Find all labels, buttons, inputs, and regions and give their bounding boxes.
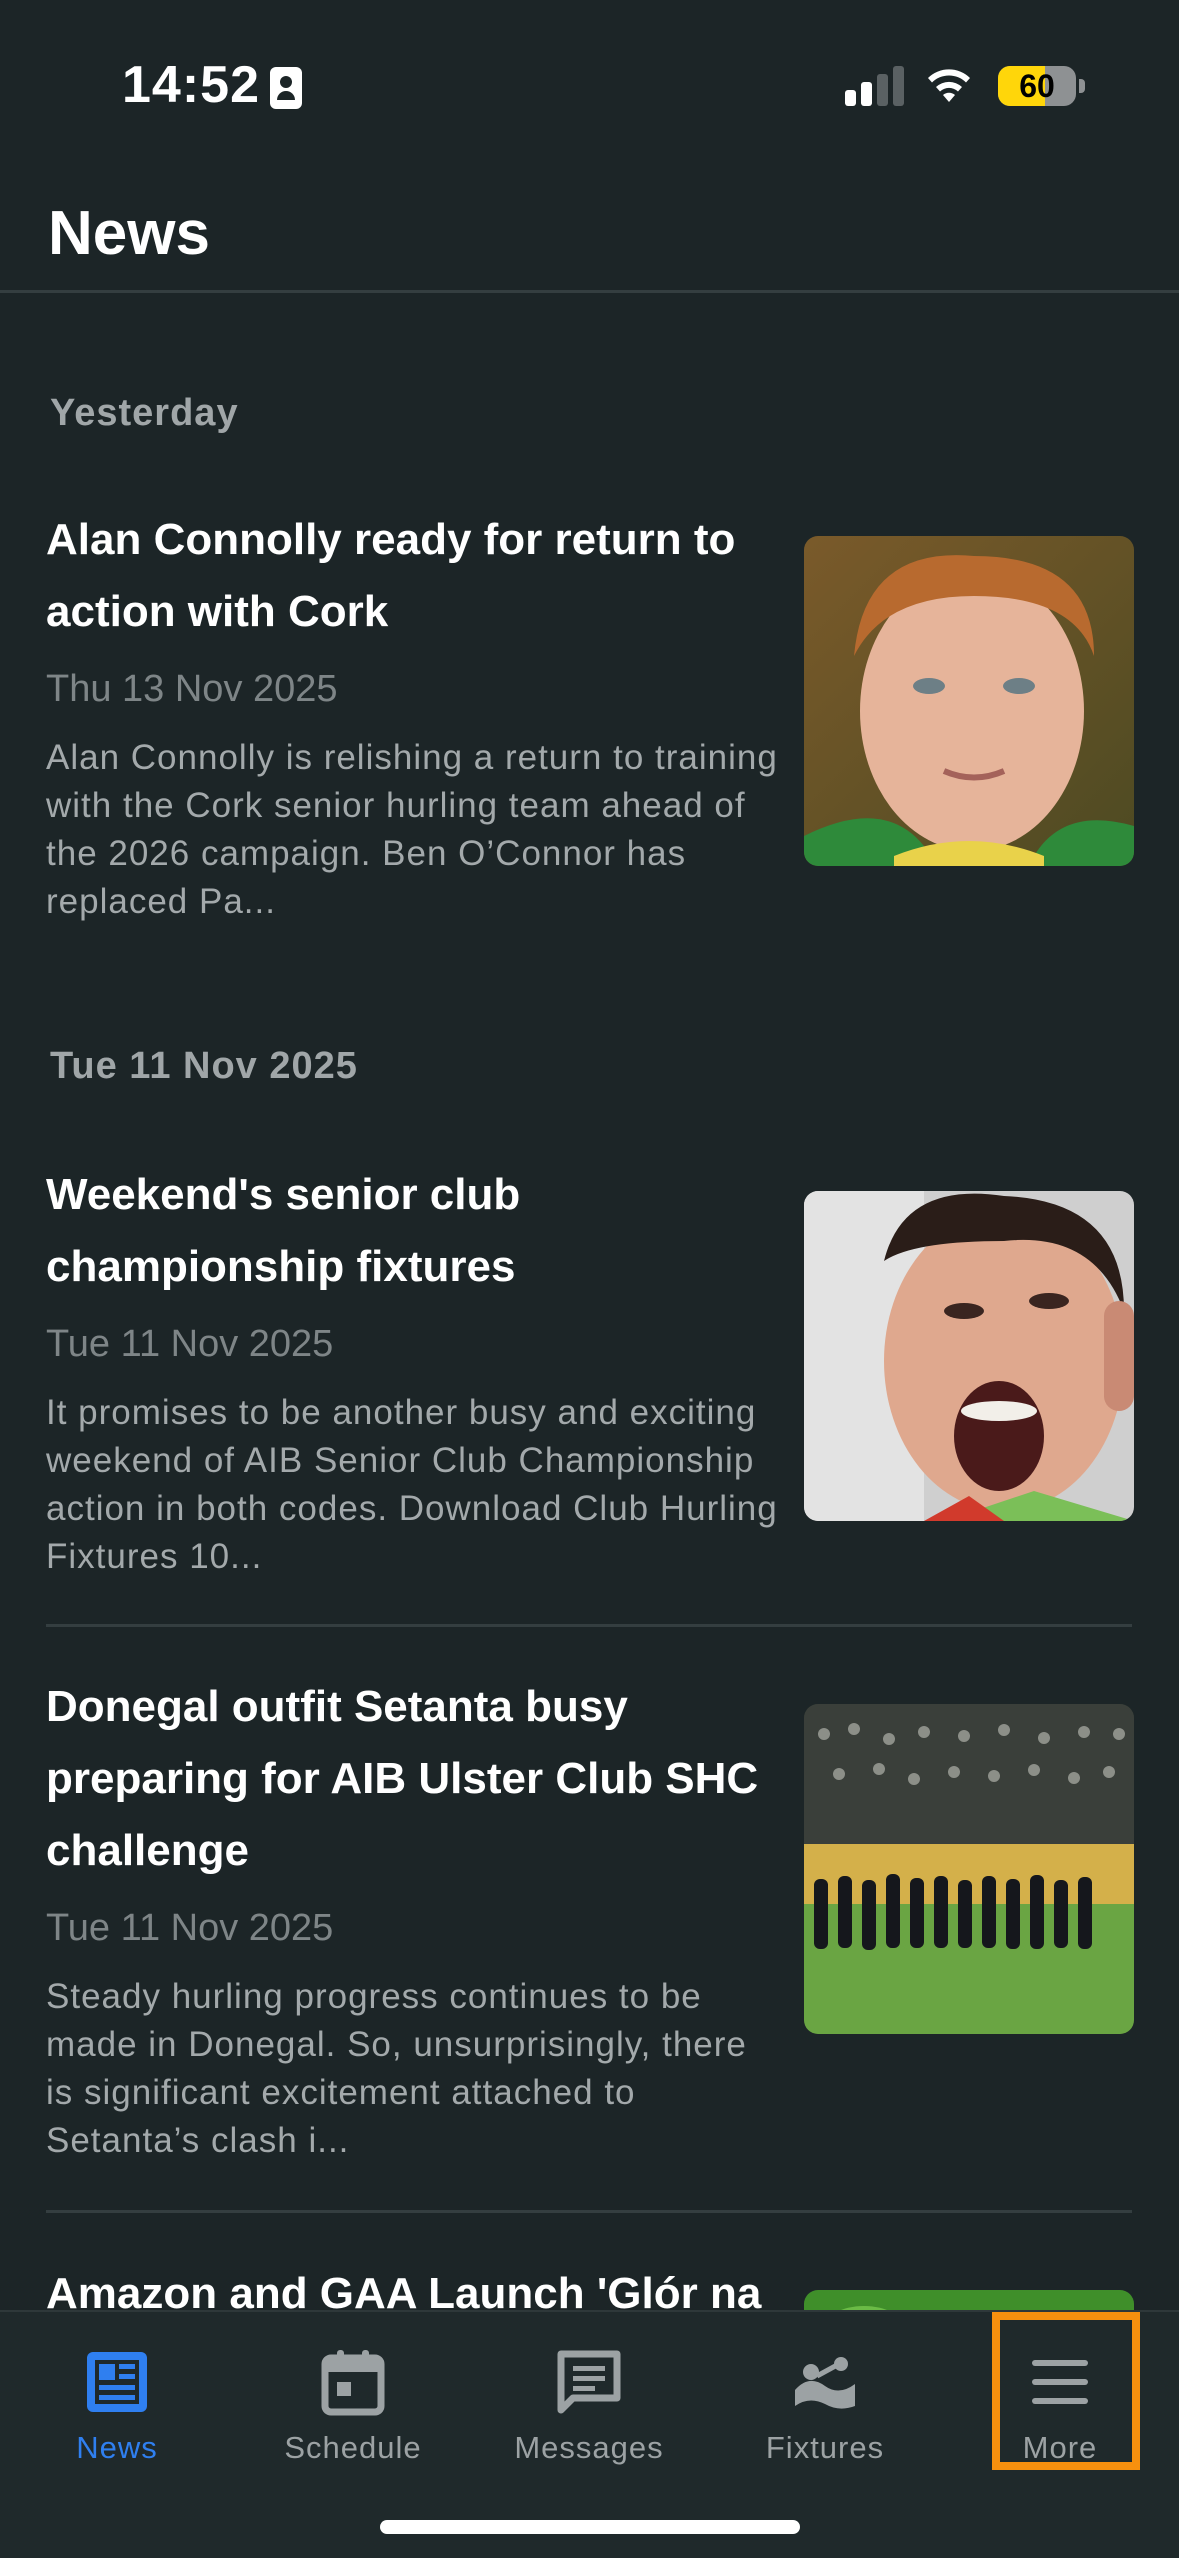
tab-label: Messages — [514, 2430, 664, 2465]
newspaper-icon — [87, 2352, 147, 2412]
tab-news[interactable]: News — [17, 2332, 217, 2472]
item-divider — [46, 1624, 1132, 1627]
battery-percent: 60 — [1019, 68, 1055, 104]
tab-label: Fixtures — [765, 2430, 885, 2465]
status-bar: 14:52 60 — [0, 0, 1179, 175]
news-item[interactable]: Amazon and GAA Launch 'Glór na — [0, 2258, 1179, 2310]
article-title: Alan Connolly ready for return to action… — [46, 515, 736, 636]
cellular-signal-icon — [845, 64, 904, 106]
calendar-icon — [321, 2350, 385, 2416]
message-icon — [557, 2350, 621, 2414]
article-thumbnail — [804, 1191, 1134, 1521]
article-date: Tue 11 Nov 2025 — [46, 1907, 334, 1949]
more-tab-highlight — [992, 2312, 1140, 2470]
fixtures-icon — [795, 2357, 855, 2409]
article-title: Amazon and GAA Launch 'Glór na — [46, 2269, 762, 2310]
tab-fixtures[interactable]: Fixtures — [725, 2332, 925, 2472]
page-title: News — [48, 199, 210, 268]
article-title: Weekend's senior club championship fixtu… — [46, 1170, 521, 1291]
section-header-date: Tue 11 Nov 2025 — [50, 1045, 358, 1087]
tab-schedule[interactable]: Schedule — [253, 2332, 453, 2472]
article-excerpt: Alan Connolly is relishing a return to t… — [46, 738, 778, 921]
battery-cap — [1079, 79, 1085, 93]
news-item[interactable]: Alan Connolly ready for return to action… — [0, 504, 1179, 934]
battery-icon: 60 — [998, 66, 1076, 106]
article-excerpt: Steady hurling progress continues to be … — [46, 1977, 747, 2160]
header-divider — [0, 290, 1179, 293]
article-title: Donegal outfit Setanta busy preparing fo… — [46, 1682, 759, 1875]
article-date: Thu 13 Nov 2025 — [46, 668, 338, 710]
news-item[interactable]: Weekend's senior club championship fixtu… — [0, 1159, 1179, 1589]
article-thumbnail — [804, 536, 1134, 866]
status-time: 14:52 — [122, 56, 260, 114]
tab-messages[interactable]: Messages — [489, 2332, 689, 2472]
article-thumbnail — [804, 1704, 1134, 2034]
article-excerpt: It promises to be another busy and excit… — [46, 1393, 778, 1576]
news-item[interactable]: Donegal outfit Setanta busy preparing fo… — [0, 1671, 1179, 2171]
tab-label: Schedule — [284, 2430, 422, 2465]
wifi-icon — [928, 69, 970, 102]
tab-label: News — [76, 2430, 158, 2465]
contact-card-icon — [270, 67, 302, 109]
item-divider — [46, 2210, 1132, 2213]
section-header-yesterday: Yesterday — [50, 392, 239, 434]
article-date: Tue 11 Nov 2025 — [46, 1323, 334, 1365]
home-indicator[interactable] — [380, 2520, 800, 2534]
article-thumbnail — [804, 2290, 1134, 2310]
